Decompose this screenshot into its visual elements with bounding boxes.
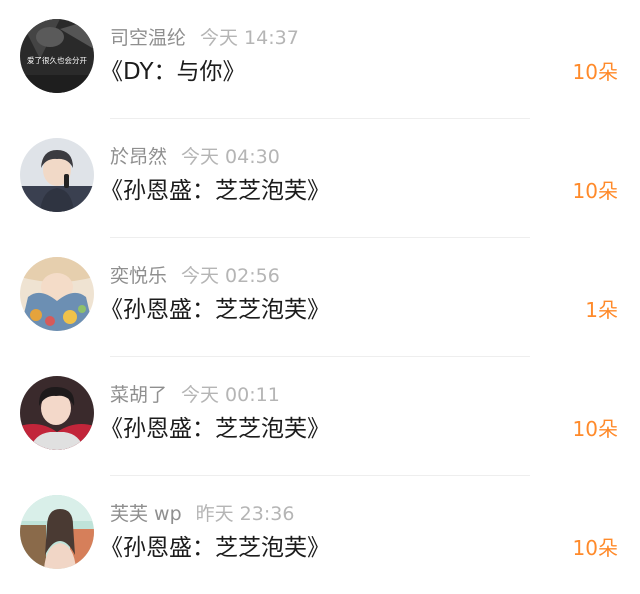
song-title: 《孙恩盛：芝芝泡芙》: [100, 297, 330, 323]
avatar[interactable]: 爱了很久也会分开: [20, 19, 94, 93]
song-title: 《孙恩盛：芝芝泡芙》: [100, 535, 330, 561]
username[interactable]: 於昂然: [110, 146, 167, 168]
song-title: 《孙恩盛：芝芝泡芙》: [100, 416, 330, 442]
song-title: 《DY：与你》: [100, 59, 246, 85]
list-item[interactable]: 於昂然 今天 04:30 《孙恩盛：芝芝泡芙》 10朵: [0, 119, 640, 238]
song-title: 《孙恩盛：芝芝泡芙》: [100, 178, 330, 204]
timestamp: 今天 14:37: [200, 27, 299, 49]
list-item[interactable]: 菜胡了 今天 00:11 《孙恩盛：芝芝泡芙》 10朵: [0, 357, 640, 476]
flower-count: 10朵: [572, 536, 618, 560]
flower-count: 10朵: [572, 417, 618, 441]
timestamp: 今天 00:11: [181, 384, 280, 406]
username[interactable]: 菜胡了: [110, 384, 167, 406]
flower-count: 10朵: [572, 60, 618, 84]
avatar-portrait-icon: [20, 376, 94, 450]
item-meta: 奕悦乐 今天 02:56: [110, 263, 280, 289]
item-meta: 菜胡了 今天 00:11: [110, 382, 280, 408]
avatar-illustration-icon: [20, 257, 94, 331]
avatar[interactable]: [20, 138, 94, 212]
avatar-portrait-icon: [20, 138, 94, 212]
avatar-caption: 爱了很久也会分开: [27, 55, 87, 65]
list-item[interactable]: 奕悦乐 今天 02:56 《孙恩盛：芝芝泡芙》 1朵: [0, 238, 640, 357]
username[interactable]: 司空温纶: [110, 27, 186, 49]
avatar-dark-photo-icon: 爱了很久也会分开: [20, 19, 94, 93]
avatar[interactable]: [20, 495, 94, 569]
avatar[interactable]: [20, 376, 94, 450]
list-item[interactable]: 爱了很久也会分开 司空温纶 今天 14:37 《DY：与你》 10朵: [0, 0, 640, 119]
timestamp: 今天 04:30: [181, 146, 280, 168]
flower-count: 1朵: [585, 298, 618, 322]
username[interactable]: 奕悦乐: [110, 265, 167, 287]
item-meta: 於昂然 今天 04:30: [110, 144, 280, 170]
list-item[interactable]: 芙芙 wp 昨天 23:36 《孙恩盛：芝芝泡芙》 10朵: [0, 476, 640, 594]
avatar-portrait-icon: [20, 495, 94, 569]
item-meta: 司空温纶 今天 14:37: [110, 25, 299, 51]
avatar[interactable]: [20, 257, 94, 331]
gift-record-list: 爱了很久也会分开 司空温纶 今天 14:37 《DY：与你》 10朵 於昂然 今天 …: [0, 0, 640, 594]
flower-count: 10朵: [572, 179, 618, 203]
item-meta: 芙芙 wp 昨天 23:36: [110, 501, 294, 527]
timestamp: 今天 02:56: [181, 265, 280, 287]
username[interactable]: 芙芙 wp: [110, 503, 182, 525]
timestamp: 昨天 23:36: [195, 503, 295, 525]
